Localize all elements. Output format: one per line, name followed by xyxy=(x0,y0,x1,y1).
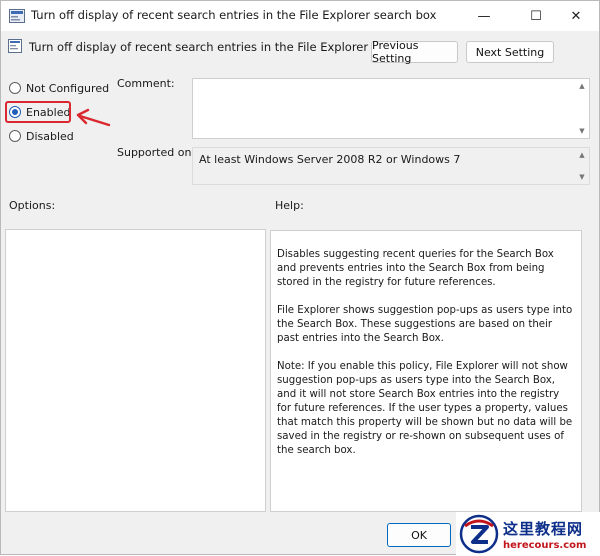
watermark-url: herecours.com xyxy=(503,539,587,551)
annotation-arrow-icon xyxy=(76,108,111,127)
maximize-icon: ☐ xyxy=(530,8,542,24)
comment-textarea[interactable]: ▲ ▼ xyxy=(192,78,590,139)
watermark-name: 这里教程网 xyxy=(503,519,584,538)
supported-on-label: Supported on: xyxy=(117,146,196,159)
radio-disabled[interactable]: Disabled xyxy=(9,128,74,144)
annotation-highlight-box xyxy=(5,101,71,123)
supported-on-value: At least Windows Server 2008 R2 or Windo… xyxy=(199,153,461,166)
radio-not-configured[interactable]: Not Configured xyxy=(9,80,109,96)
previous-setting-button[interactable]: Previous Setting xyxy=(371,39,458,65)
comment-label: Comment: xyxy=(117,77,175,90)
close-icon: ✕ xyxy=(570,8,582,24)
help-text: Disables suggesting recent queries for t… xyxy=(277,248,573,472)
ok-button[interactable]: OK xyxy=(387,523,451,547)
scroll-up-icon[interactable]: ▲ xyxy=(579,151,584,159)
watermark-logo-icon xyxy=(459,514,499,554)
help-paragraph: Note: If you enable this policy, File Ex… xyxy=(277,361,573,456)
options-label: Options: xyxy=(9,199,56,212)
help-paragraph: File Explorer shows suggestion pop-ups a… xyxy=(277,305,573,344)
site-watermark: 这里教程网 herecours.com xyxy=(456,512,600,556)
policy-setting-icon xyxy=(8,39,22,53)
help-panel: Disables suggesting recent queries for t… xyxy=(270,230,582,512)
options-panel xyxy=(5,229,266,512)
next-setting-button[interactable]: Next Setting xyxy=(466,41,554,63)
scroll-down-icon[interactable]: ▼ xyxy=(579,173,584,181)
title-bar: Turn off display of recent search entrie… xyxy=(1,1,599,31)
scroll-up-icon[interactable]: ▲ xyxy=(579,82,584,90)
radio-circle-disabled[interactable] xyxy=(9,130,21,142)
radio-label-not-configured: Not Configured xyxy=(26,81,110,95)
minimize-button[interactable]: — xyxy=(461,1,507,31)
window-title: Turn off display of recent search entrie… xyxy=(31,8,437,22)
radio-circle-not-configured[interactable] xyxy=(9,82,21,94)
help-label: Help: xyxy=(275,199,304,212)
radio-label-disabled: Disabled xyxy=(26,129,74,143)
scroll-down-icon[interactable]: ▼ xyxy=(579,127,584,135)
help-paragraph: Disables suggesting recent queries for t… xyxy=(277,249,554,288)
close-button[interactable]: ✕ xyxy=(553,1,599,31)
policy-app-icon xyxy=(9,9,25,23)
supported-scrollbar[interactable]: ▲ ▼ xyxy=(577,151,587,181)
comment-scrollbar[interactable]: ▲ ▼ xyxy=(577,82,587,135)
policy-dialog: Turn off display of recent search entrie… xyxy=(0,0,600,556)
supported-on-field: At least Windows Server 2008 R2 or Windo… xyxy=(192,147,590,185)
minimize-icon: — xyxy=(477,8,491,24)
